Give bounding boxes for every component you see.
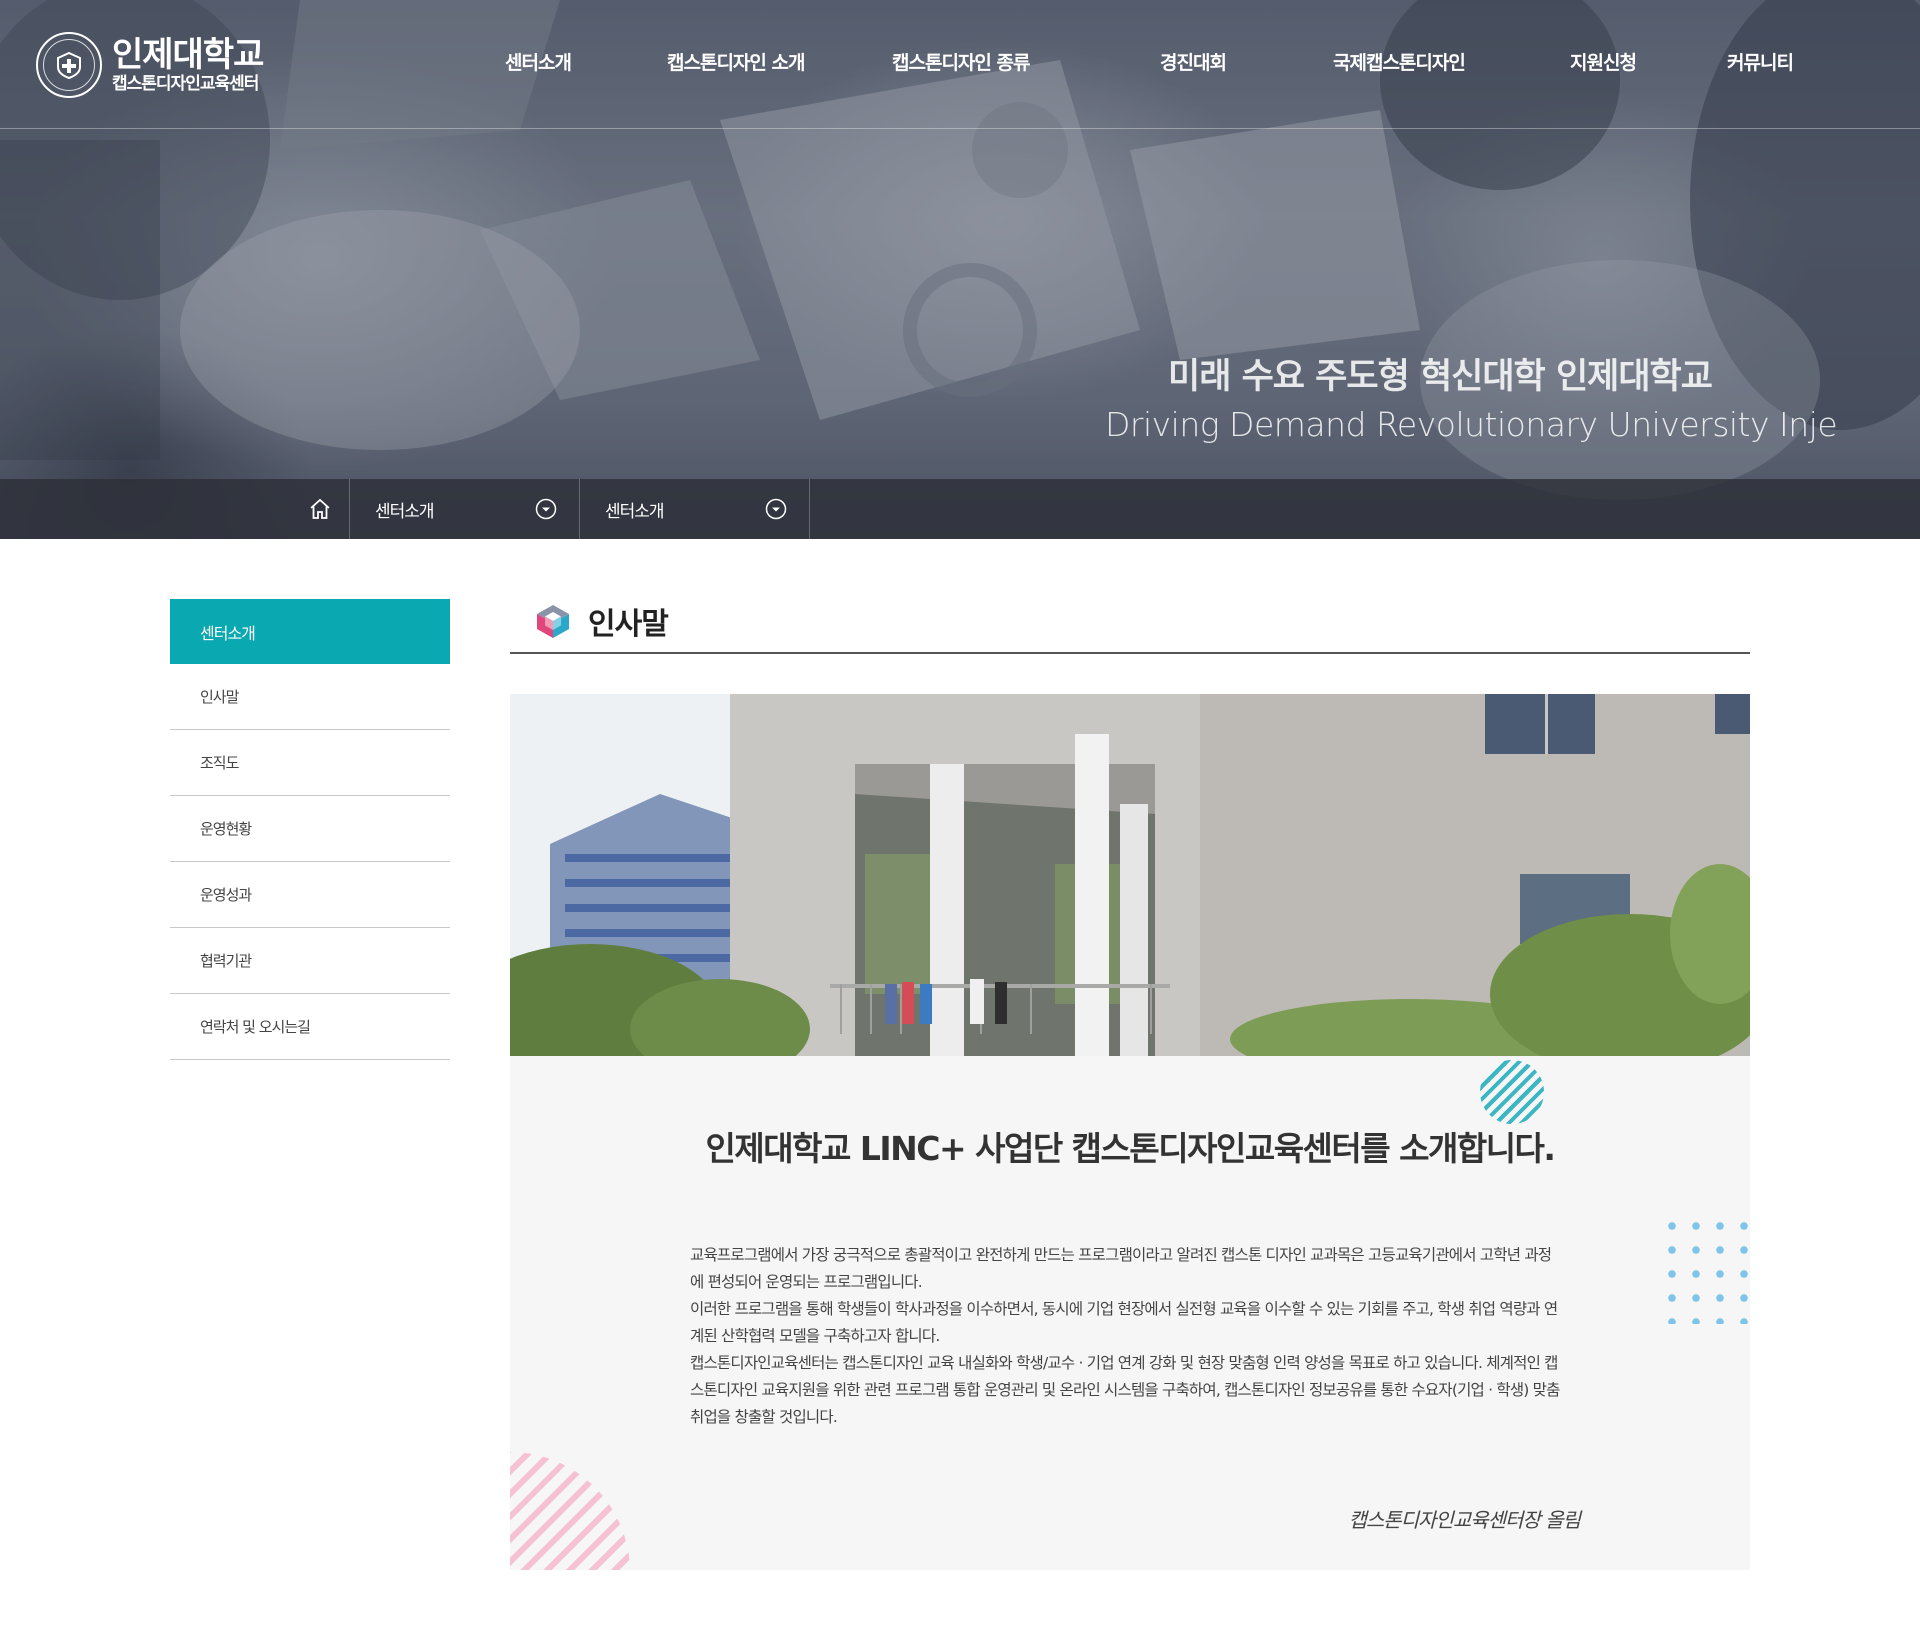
chevron-down-circle-icon (765, 498, 787, 520)
header-divider (0, 128, 1920, 129)
hero-slogan-english: Driving Demand Revolutionary University … (1105, 405, 1838, 444)
sidebar-item-partners[interactable]: 협력기관 (170, 928, 450, 994)
sidebar-item-greeting[interactable]: 인사말 (170, 664, 450, 730)
greeting-paragraph: 캡스톤디자인교육센터는 캡스톤디자인 교육 내실화와 학생/교수 · 기업 연계… (690, 1354, 1560, 1426)
nav-apply[interactable]: 지원신청 (1570, 48, 1637, 75)
hero-slogan-korean: 미래 수요 주도형 혁신대학 인제대학교 (1168, 357, 1713, 397)
main-navigation: 센터소개 캡스톤디자인 소개 캡스톤디자인 종류 경진대회 국제캡스톤디자인 지… (0, 48, 1920, 80)
nav-capstone-types[interactable]: 캡스톤디자인 종류 (892, 48, 1030, 75)
nav-center-intro[interactable]: 센터소개 (505, 48, 572, 75)
page-title-bar: 인사말 (510, 590, 1750, 654)
sidebar-item-operation-status[interactable]: 운영현황 (170, 796, 450, 862)
sidebar-item-contact-directions[interactable]: 연락처 및 오시는길 (170, 994, 450, 1060)
decorative-dot-grid (1660, 1214, 1750, 1324)
home-button[interactable] (290, 479, 350, 539)
cube-logo-icon (537, 605, 569, 638)
greeting-paragraph: 이러한 프로그램을 통해 학생들이 학사과정을 이수하면서, 동시에 기업 현장… (690, 1300, 1558, 1345)
greeting-paragraph: 교육프로그램에서 가장 궁극적으로 총괄적이고 완전하게 만드는 프로그램이라고… (690, 1246, 1552, 1291)
greeting-section: 인제대학교 LINC+ 사업단 캡스톤디자인교육센터를 소개합니다. 교육프로그… (510, 1056, 1750, 1570)
main-content: 인사말 인제대학교 LINC+ 사업단 캡스톤디자인교육센터를 소개합니다. 교… (510, 590, 1750, 1570)
sidebar-heading: 센터소개 (170, 599, 450, 664)
greeting-signature: 캡스톤디자인교육센터장 올림 (1348, 1508, 1581, 1532)
chevron-down-circle-icon (535, 498, 557, 520)
page-title: 인사말 (588, 607, 669, 642)
nav-international-capstone[interactable]: 국제캡스톤디자인 (1333, 48, 1466, 75)
nav-competition[interactable]: 경진대회 (1160, 48, 1227, 75)
greeting-body: 교육프로그램에서 가장 궁극적으로 총괄적이고 완전하게 만드는 프로그램이라고… (690, 1242, 1560, 1431)
greeting-heading: 인제대학교 LINC+ 사업단 캡스톤디자인교육센터를 소개합니다. (705, 1129, 1556, 1168)
breadcrumb-depth1-dropdown[interactable]: 센터소개 (350, 479, 580, 539)
nav-capstone-intro[interactable]: 캡스톤디자인 소개 (667, 48, 805, 75)
decorative-stripe-circle (1480, 1060, 1544, 1124)
nav-community[interactable]: 커뮤니티 (1727, 48, 1794, 75)
breadcrumb-depth2-label: 센터소개 (605, 501, 665, 522)
campus-building-photo (510, 694, 1750, 1056)
breadcrumb: 센터소개 센터소개 (0, 479, 1920, 539)
hero-banner: 인제대학교 캡스톤디자인교육센터 센터소개 캡스톤디자인 소개 캡스톤디자인 종… (0, 0, 1920, 539)
sidebar-menu: 센터소개 인사말 조직도 운영현황 운영성과 협력기관 연락처 및 오시는길 (170, 599, 450, 1060)
sidebar-item-operation-results[interactable]: 운영성과 (170, 862, 450, 928)
sidebar-item-organization[interactable]: 조직도 (170, 730, 450, 796)
decorative-pink-stripes (510, 1452, 630, 1570)
breadcrumb-depth2-dropdown[interactable]: 센터소개 (580, 479, 810, 539)
home-icon (309, 498, 330, 519)
breadcrumb-depth1-label: 센터소개 (375, 501, 435, 522)
